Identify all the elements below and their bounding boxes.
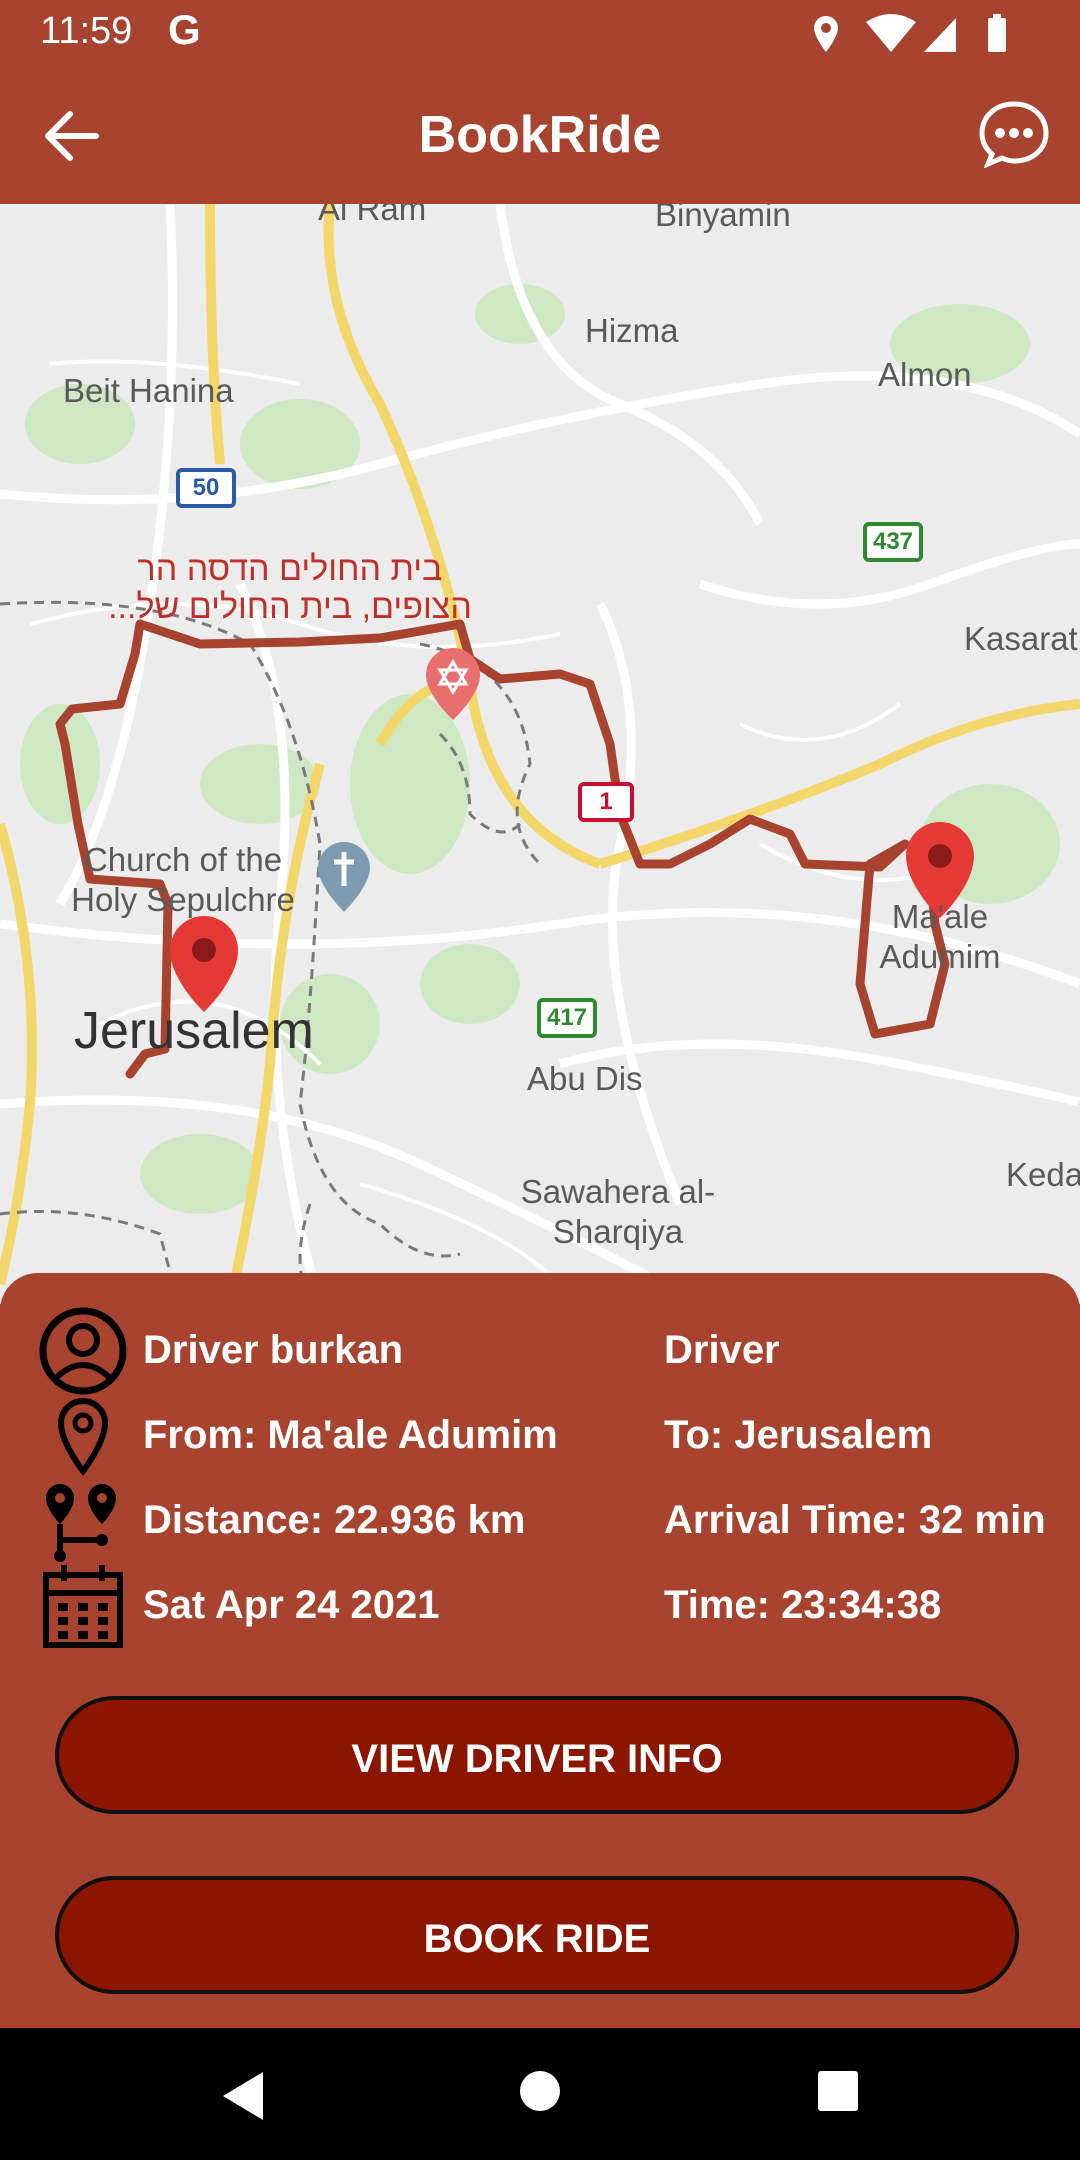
map-label-almon: Almon (878, 356, 972, 393)
wifi-icon (866, 14, 916, 52)
church-icon[interactable] (318, 842, 370, 912)
distance-row: Distance: 22.936 km Arrival Time: 32 min (0, 1484, 1080, 1578)
driver-row: Driver burkan Driver (0, 1307, 1080, 1408)
ride-time: Time: 23:34:38 (664, 1583, 942, 1627)
calendar-icon (43, 1565, 123, 1648)
route-shield-50: 50 (176, 468, 236, 508)
map-label-church[interactable]: Church of the Holy Sepulchre (48, 840, 318, 920)
nav-recents-icon[interactable] (818, 2071, 858, 2111)
route-map[interactable]: Al Ram Binyamin Hizma Almon Beit Hanina … (0, 204, 1080, 1304)
nav-home-icon[interactable] (520, 2071, 560, 2111)
map-label-hospital[interactable]: בית החולים הדסה הר הצופים, בית החולים של… (90, 550, 490, 626)
date-row: Sat Apr 24 2021 Time: 23:34:38 (0, 1565, 1080, 1663)
status-icons (814, 14, 1006, 52)
status-time: 11:59 (40, 10, 133, 52)
map-label-kasarat: Kasarat (964, 620, 1078, 657)
page-title: BookRide (418, 106, 662, 164)
driver-name: Driver burkan (143, 1328, 404, 1372)
book-ride-button[interactable]: BOOK RIDE (55, 1876, 1019, 1994)
chat-bubble-icon[interactable] (978, 100, 1050, 168)
route-row: From: Ma'ale Adumim To: Jerusalem (0, 1397, 1080, 1493)
route-icon (46, 1484, 116, 1562)
map-label-al-ram: Al Ram (318, 204, 427, 227)
arrival-time: Arrival Time: 32 min (664, 1498, 1046, 1542)
map-label-keda: Keda (1006, 1156, 1080, 1193)
back-arrow-icon[interactable] (40, 106, 104, 166)
from-location: From: Ma'ale Adumim (143, 1413, 558, 1457)
route-shield-437: 437 (863, 522, 923, 562)
driver-role: Driver (664, 1328, 780, 1372)
app-bar: BookRide (0, 66, 1080, 204)
signal-icon (924, 18, 956, 52)
map-label-binyamin: Binyamin (655, 204, 791, 233)
distance-value: Distance: 22.936 km (143, 1498, 526, 1542)
destination-marker-icon[interactable] (170, 916, 238, 1012)
map-label-hizma: Hizma (585, 312, 679, 349)
status-bar: 11:59 G (0, 0, 1080, 66)
google-icon: G (168, 6, 201, 53)
ride-info-panel: Driver burkan Driver From: Ma'ale Adumim… (0, 1273, 1080, 2028)
map-label-maale-adumim: Ma'ale Adumim (879, 898, 1001, 975)
location-status-icon (814, 16, 838, 52)
nav-back-icon[interactable] (215, 2068, 271, 2124)
account-circle-icon (39, 1307, 127, 1395)
map-pin-icon (57, 1397, 109, 1476)
route-shield-417: 417 (537, 998, 597, 1038)
map-label-sawahera: Sawahera al-Sharqiya (520, 1173, 716, 1250)
map-label-abu-dis: Abu Dis (527, 1060, 643, 1097)
route-shield-1: 1 (578, 782, 634, 822)
map-label-jerusalem: Jerusalem (74, 1002, 314, 1060)
system-nav-bar (0, 2028, 1080, 2160)
ride-date: Sat Apr 24 2021 (143, 1583, 440, 1627)
view-driver-info-button[interactable]: VIEW DRIVER INFO (55, 1696, 1019, 1814)
map-label-beit-hanina: Beit Hanina (63, 372, 234, 409)
battery-icon (988, 18, 1006, 52)
to-location: To: Jerusalem (664, 1413, 933, 1457)
